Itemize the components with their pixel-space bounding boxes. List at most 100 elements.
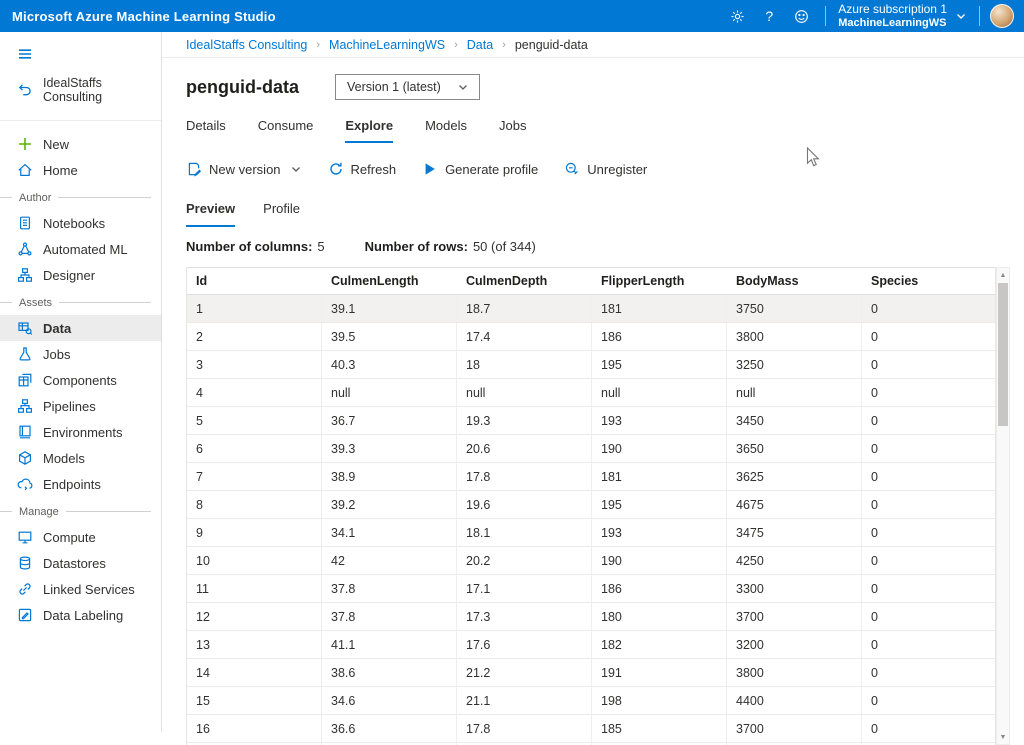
table-cell: 18 bbox=[457, 351, 592, 378]
table-cell: 37.8 bbox=[322, 603, 457, 630]
sidebar-item-components[interactable]: Components bbox=[0, 367, 161, 393]
table-cell: 17.1 bbox=[457, 575, 592, 602]
new-version-button[interactable]: New version bbox=[186, 161, 302, 177]
chevron-down-icon bbox=[290, 163, 302, 175]
table-cell: 0 bbox=[862, 687, 997, 714]
table-row: 139.118.718137500 bbox=[187, 295, 995, 323]
table-cell: 193 bbox=[592, 407, 727, 434]
table-cell: 9 bbox=[187, 519, 322, 546]
sidebar-item-linked-services[interactable]: Linked Services bbox=[0, 576, 161, 602]
sidebar-item-label: Data Labeling bbox=[43, 608, 123, 623]
unregister-button[interactable]: Unregister bbox=[564, 161, 647, 177]
tab-consume[interactable]: Consume bbox=[258, 118, 314, 143]
table-cell: 37.8 bbox=[322, 575, 457, 602]
chevron-down-icon bbox=[457, 81, 469, 93]
sidebar-item-new[interactable]: New bbox=[0, 131, 161, 157]
table-row: 639.320.619036500 bbox=[187, 435, 995, 463]
unregister-icon bbox=[564, 161, 580, 177]
table-cell: 36.6 bbox=[322, 715, 457, 742]
table-cell: 3625 bbox=[727, 463, 862, 490]
table-cell: 0 bbox=[862, 379, 997, 406]
sidebar-item-designer[interactable]: Designer bbox=[0, 262, 161, 288]
sidebar-item-pipelines[interactable]: Pipelines bbox=[0, 393, 161, 419]
scrollbar-thumb[interactable] bbox=[998, 283, 1008, 426]
sidebar-item-datastores[interactable]: Datastores bbox=[0, 550, 161, 576]
table-cell: 182 bbox=[592, 631, 727, 658]
table-cell: 14 bbox=[187, 659, 322, 686]
generate-profile-button[interactable]: Generate profile bbox=[422, 161, 538, 177]
tab-jobs[interactable]: Jobs bbox=[499, 118, 526, 143]
hamburger-icon bbox=[17, 46, 33, 62]
subtab-profile[interactable]: Profile bbox=[263, 201, 300, 227]
sidebar-section-author: Author bbox=[0, 185, 161, 210]
table-cell: 0 bbox=[862, 659, 997, 686]
sidebar-item-compute[interactable]: Compute bbox=[0, 524, 161, 550]
breadcrumb-item-idealstaffs-consulting[interactable]: IdealStaffs Consulting bbox=[186, 38, 307, 52]
dataset-summary: Number of columns:5 Number of rows:50 (o… bbox=[162, 239, 1024, 254]
sidebar-item-data[interactable]: Data bbox=[0, 315, 161, 341]
tab-details[interactable]: Details bbox=[186, 118, 226, 143]
table-cell: 0 bbox=[862, 631, 997, 658]
refresh-button[interactable]: Refresh bbox=[328, 161, 397, 177]
table-cell: 3450 bbox=[727, 407, 862, 434]
table-cell: 3200 bbox=[727, 631, 862, 658]
sidebar-item-jobs[interactable]: Jobs bbox=[0, 341, 161, 367]
subscription-switcher[interactable]: Azure subscription 1 MachineLearningWS bbox=[834, 3, 971, 29]
sidebar-section-manage: Manage bbox=[0, 499, 161, 524]
table-cell: 0 bbox=[862, 295, 997, 322]
topbar-divider bbox=[979, 6, 980, 26]
table-cell: 41.1 bbox=[322, 631, 457, 658]
environments-icon bbox=[17, 424, 33, 440]
version-dropdown[interactable]: Version 1 (latest) bbox=[335, 74, 480, 100]
breadcrumb-item-data[interactable]: Data bbox=[467, 38, 493, 52]
sidebar-item-notebooks[interactable]: Notebooks bbox=[0, 210, 161, 236]
table-cell: 190 bbox=[592, 547, 727, 574]
table-cell: 186 bbox=[592, 575, 727, 602]
sidebar-item-label: Datastores bbox=[43, 556, 106, 571]
settings-button[interactable] bbox=[721, 0, 753, 32]
table-cell: 17.4 bbox=[457, 323, 592, 350]
scrollbar-up-arrow[interactable]: ▲ bbox=[997, 268, 1009, 282]
sidebar-item-data-labeling[interactable]: Data Labeling bbox=[0, 602, 161, 628]
menu-toggle-button[interactable] bbox=[0, 38, 161, 71]
subscription-name: Azure subscription 1 bbox=[838, 3, 947, 17]
help-button[interactable]: ? bbox=[753, 0, 785, 32]
sidebar-item-endpoints[interactable]: Endpoints bbox=[0, 471, 161, 497]
subtab-preview[interactable]: Preview bbox=[186, 201, 235, 227]
table-cell: 0 bbox=[862, 407, 997, 434]
sidebar-item-models[interactable]: Models bbox=[0, 445, 161, 471]
workspace-back-link[interactable]: IdealStaffs Consulting bbox=[0, 71, 161, 114]
notebook-icon bbox=[17, 215, 33, 231]
datastores-icon bbox=[17, 555, 33, 571]
sidebar-item-environments[interactable]: Environments bbox=[0, 419, 161, 445]
sidebar: IdealStaffs Consulting New Home AuthorNote… bbox=[0, 32, 162, 732]
table-cell: 12 bbox=[187, 603, 322, 630]
sidebar-item-home[interactable]: Home bbox=[0, 157, 161, 183]
linked-services-icon bbox=[17, 581, 33, 597]
table-cell: 0 bbox=[862, 575, 997, 602]
sidebar-item-label: Home bbox=[43, 163, 78, 178]
tab-explore[interactable]: Explore bbox=[345, 118, 393, 143]
table-cell: 4675 bbox=[727, 491, 862, 518]
sidebar-item-automated-ml[interactable]: Automated ML bbox=[0, 236, 161, 262]
table-cell: 20.2 bbox=[457, 547, 592, 574]
table-cell: 4 bbox=[187, 379, 322, 406]
toolbar-button-label: Refresh bbox=[351, 162, 397, 177]
endpoints-icon bbox=[17, 476, 33, 492]
new-version-icon bbox=[186, 161, 202, 177]
breadcrumb-item-machinelearningws[interactable]: MachineLearningWS bbox=[329, 38, 445, 52]
table-scrollbar[interactable]: ▲ ▼ bbox=[996, 267, 1010, 745]
user-avatar[interactable] bbox=[990, 4, 1014, 28]
table-cell: 3475 bbox=[727, 519, 862, 546]
feedback-button[interactable] bbox=[785, 0, 817, 32]
scrollbar-down-arrow[interactable]: ▼ bbox=[997, 730, 1009, 744]
table-cell: 18.1 bbox=[457, 519, 592, 546]
table-cell: 38.9 bbox=[322, 463, 457, 490]
table-cell: null bbox=[457, 379, 592, 406]
table-cell: 185 bbox=[592, 715, 727, 742]
table-cell: 5 bbox=[187, 407, 322, 434]
tab-models[interactable]: Models bbox=[425, 118, 467, 143]
sidebar-item-label: Components bbox=[43, 373, 117, 388]
designer-icon bbox=[17, 267, 33, 283]
table-cell: 0 bbox=[862, 491, 997, 518]
